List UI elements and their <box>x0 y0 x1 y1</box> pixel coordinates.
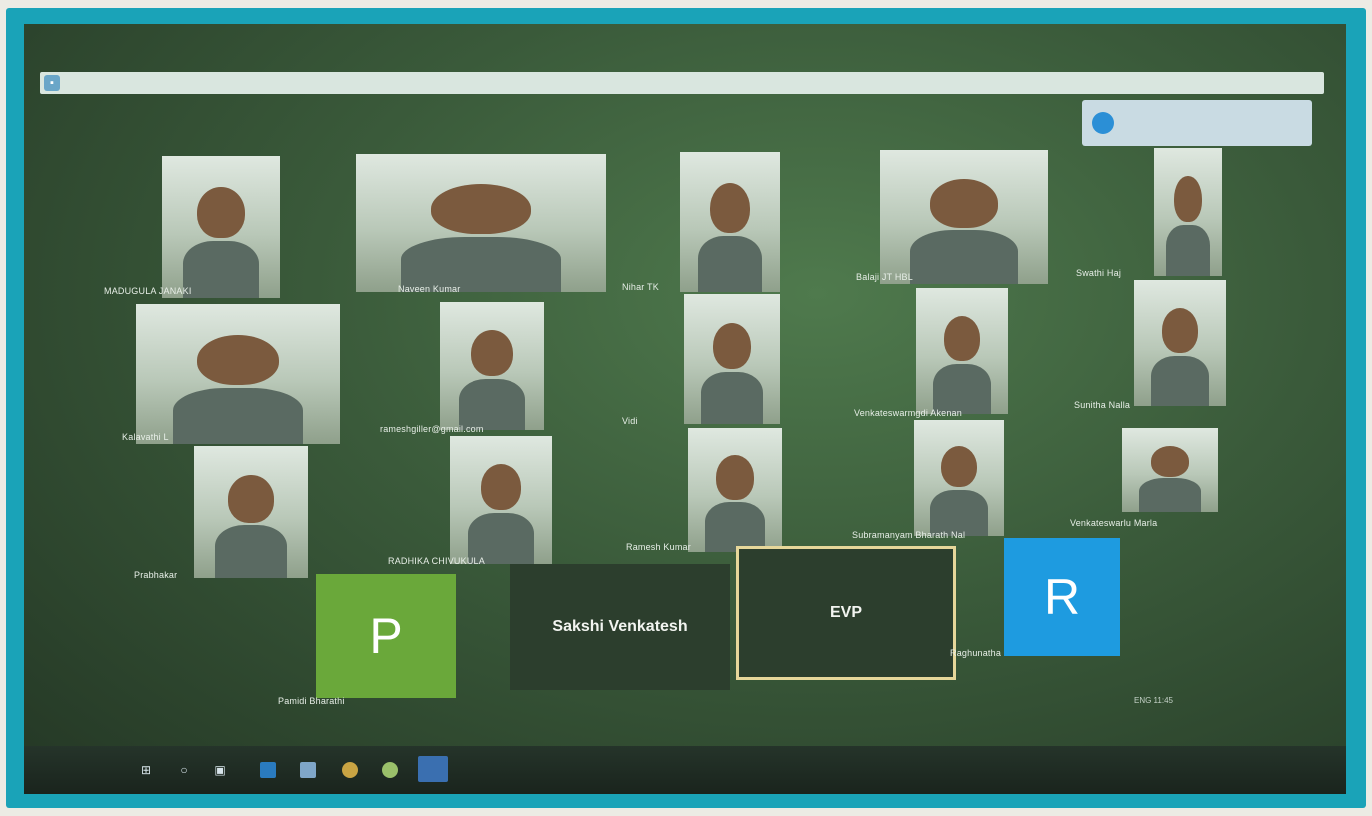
participant-name: Naveen Kumar <box>398 284 461 294</box>
participant-name: Venkateswarmgdi Akenan <box>854 408 962 418</box>
participant-name: RADHIKA CHIVUKULA <box>388 556 485 566</box>
video-tile-subramanyam[interactable] <box>914 420 1004 536</box>
participant-name: Kalavathi L <box>122 432 169 442</box>
participant-name: Venkateswarlu Marla <box>1070 518 1158 528</box>
participant-name: Sakshi Venkatesh <box>552 618 688 635</box>
video-tile-sunitha[interactable] <box>1134 280 1226 406</box>
video-tile-vidi[interactable] <box>684 294 780 424</box>
search-icon[interactable]: ○ <box>176 762 192 778</box>
participant-name: EVP <box>829 604 862 621</box>
participant-name: MADUGULA JANAKI <box>104 286 192 296</box>
taskbar: ⊞ ○ ▣ <box>24 746 1346 794</box>
video-tile-radhika[interactable] <box>450 436 552 564</box>
windows-icon[interactable]: ⊞ <box>138 762 154 778</box>
chrome-icon[interactable] <box>342 762 358 778</box>
participant-name: Pamidi Bharathi <box>278 696 345 706</box>
participant-name: Nihar TK <box>622 282 659 292</box>
participant-name: Swathi Haj <box>1076 268 1122 278</box>
name-tile-sakshi[interactable]: Sakshi Venkatesh <box>510 564 730 690</box>
video-tile-venkateswarmgdi[interactable] <box>916 288 1008 414</box>
video-tile-madugula[interactable] <box>162 156 280 298</box>
chrome-icon[interactable] <box>382 762 398 778</box>
participant-name: rameshgiller@gmail.com <box>380 424 484 434</box>
avatar-tile-raghunatha[interactable]: R <box>1004 538 1120 656</box>
video-tile-balaji[interactable] <box>880 150 1048 284</box>
participant-name: Vidi <box>622 416 638 426</box>
task-view-icon[interactable]: ▣ <box>212 762 228 778</box>
app-icon: ▪ <box>44 75 60 91</box>
video-tile-venkateswarlu[interactable] <box>1122 428 1218 512</box>
avatar-tile-pamidi[interactable]: P <box>316 574 456 698</box>
video-tile-prabhakar[interactable] <box>194 446 308 578</box>
avatar-initial: R <box>1043 569 1081 625</box>
window-title-bar[interactable]: ▪ <box>40 72 1324 94</box>
video-tile-naveen[interactable] <box>356 154 606 292</box>
video-tile-ramesh[interactable] <box>440 302 544 430</box>
mail-icon[interactable] <box>300 762 316 778</box>
edge-icon[interactable] <box>260 762 276 778</box>
participant-name: Subramanyam Bharath Nal <box>852 530 966 540</box>
system-tray[interactable]: ENG 11:45 <box>1134 696 1173 705</box>
video-tile-ramesh-kumar[interactable] <box>688 428 782 552</box>
avatar-initial: P <box>369 608 403 664</box>
video-tile-nihar[interactable] <box>680 152 780 292</box>
participant-name: Balaji JT HBL <box>856 272 913 282</box>
avatar <box>1092 112 1114 134</box>
meeting-screen: ▪ MADUGULA JANAKI Naveen Kumar Nihar TK … <box>24 24 1346 794</box>
video-tile-kalavathi[interactable] <box>136 304 340 444</box>
notification-toast[interactable] <box>1082 100 1312 146</box>
participant-name: Raghunatha <box>950 648 1002 658</box>
participant-name: Ramesh Kumar <box>626 542 691 552</box>
video-tile-swathi[interactable] <box>1154 148 1222 276</box>
participant-name: Sunitha Nalla <box>1074 400 1131 410</box>
teams-icon[interactable] <box>418 756 448 782</box>
participant-name: Prabhakar <box>134 570 178 580</box>
name-tile-evp-active-speaker[interactable]: EVP <box>736 546 956 680</box>
